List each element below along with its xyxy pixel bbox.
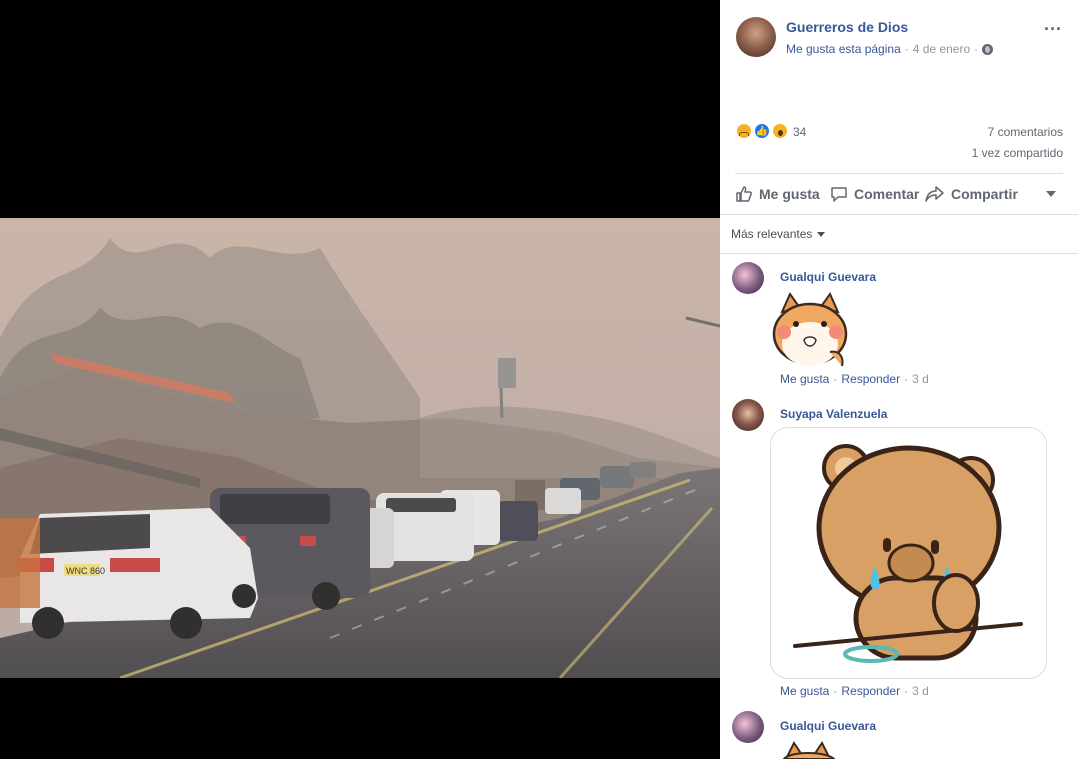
wildfire-traffic-photo: WNC 860 [0,218,720,678]
reactions-summary[interactable]: 👍 34 [735,122,815,142]
divider [720,214,1078,215]
comment-reply-link[interactable]: Responder [841,684,900,698]
page-name[interactable]: Guerreros de Dios [786,19,908,35]
like-label: Me gusta [759,186,820,202]
comment-reply-link[interactable]: Responder [841,372,900,386]
comment-time[interactable]: 3 d [912,372,929,386]
comment-author[interactable]: Gualqui Guevara [780,270,876,284]
comment-label: Comentar [854,186,920,202]
thumbs-up-icon [736,186,752,202]
like-button[interactable]: Me gusta [735,185,820,203]
comments-count[interactable]: 7 comentarios [988,125,1063,139]
reactions-count: 34 [793,125,807,139]
globe-icon [982,43,994,55]
post-photo[interactable]: WNC 860 [0,218,720,678]
divider [720,253,1078,254]
sad-reaction-icon [735,122,753,140]
post-meta-row: Me gusta esta página · 4 de enero · [786,42,994,56]
share-button[interactable]: Compartir [925,185,1018,203]
meta-separator: · [904,684,909,698]
crying-bear-icon [793,444,1023,663]
comment-time[interactable]: 3 d [912,684,929,698]
commenter-avatar[interactable] [732,711,764,743]
meta-separator: · [833,372,838,386]
commenter-avatar[interactable] [732,262,764,294]
like-page-link[interactable]: Me gusta esta página [786,42,901,56]
share-arrow-icon [925,186,944,202]
sort-label: Más relevantes [731,227,813,241]
share-options-caret-icon[interactable] [1046,191,1056,197]
comment-bubble-icon [831,187,847,202]
share-label: Compartir [951,186,1018,202]
comment-author[interactable]: Gualqui Guevara [780,719,876,733]
like-reaction-icon: 👍 [753,122,771,140]
comment-actions: Me gusta · Responder · 3 d [780,684,929,698]
shiba-dog-sticker-partial-icon [782,741,836,759]
commenter-avatar[interactable] [732,399,764,431]
more-options-icon[interactable]: ... [1044,14,1062,35]
comment-like-link[interactable]: Me gusta [780,684,829,698]
photo-viewer: WNC 860 [0,0,720,759]
chevron-down-icon [817,231,826,237]
page-avatar[interactable] [736,17,776,57]
comment-actions: Me gusta · Responder · 3 d [780,372,929,386]
shares-count[interactable]: 1 vez compartido [972,146,1063,160]
comment-author[interactable]: Suyapa Valenzuela [780,407,887,421]
comment-button[interactable]: Comentar [830,185,919,203]
meta-separator: · [904,42,909,56]
shiba-dog-sticker[interactable] [770,291,850,370]
meta-separator: · [974,42,979,56]
meta-separator: · [904,372,909,386]
post-date[interactable]: 4 de enero [913,42,970,56]
comment-sort-dropdown[interactable]: Más relevantes [731,227,826,241]
divider [735,173,1063,174]
meta-separator: · [833,684,838,698]
shiba-dog-sticker-icon [772,291,848,367]
shiba-dog-sticker[interactable] [780,741,840,759]
comment-like-link[interactable]: Me gusta [780,372,829,386]
wow-reaction-icon [771,122,789,140]
crying-bear-sticker[interactable] [770,427,1047,679]
